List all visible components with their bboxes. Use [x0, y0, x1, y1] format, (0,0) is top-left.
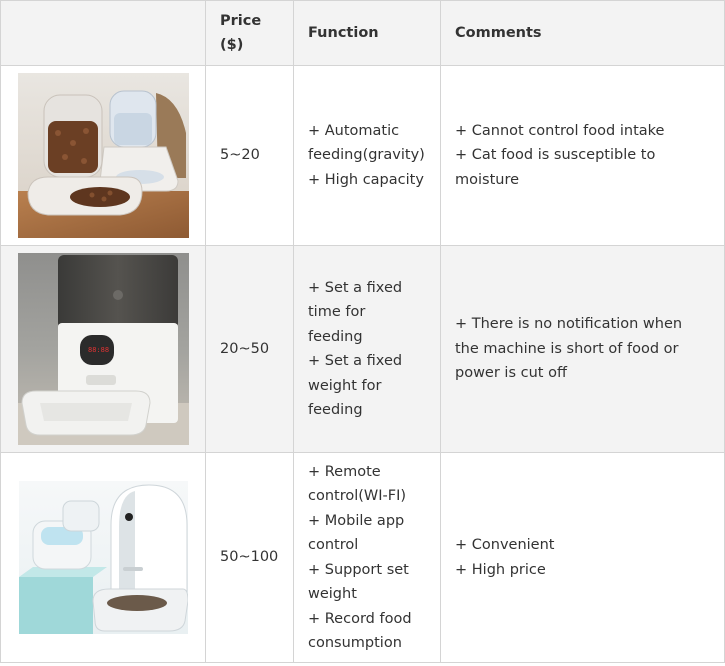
- price-cell: 20~50: [205, 245, 294, 453]
- comments-text: + Convenient + High price: [455, 537, 555, 578]
- table-row: 50~100 + Remote control(WI-FI) + Mobile …: [0, 452, 725, 663]
- product-image-cell: 88:88: [0, 245, 206, 453]
- header-row: Price ($) Function Comments: [0, 0, 725, 66]
- timed-feeder-image: 88:88: [17, 253, 189, 445]
- table-row: 5~20 + Automatic feeding(gravity) + High…: [0, 65, 725, 246]
- function-cell: + Set a fixed time for feeding + Set a f…: [293, 245, 441, 453]
- header-function-label: Function: [308, 24, 379, 41]
- function-text: + Set a fixed time for feeding + Set a f…: [308, 279, 403, 419]
- header-function: Function: [293, 0, 441, 66]
- header-image-cell: [0, 0, 206, 66]
- function-cell: + Remote control(WI-FI) + Mobile app con…: [293, 452, 441, 663]
- header-price: Price ($): [205, 0, 294, 66]
- header-comments-label: Comments: [455, 24, 542, 41]
- comments-text: + There is no notification when the mach…: [455, 316, 683, 382]
- price-value: 5~20: [220, 147, 260, 164]
- comments-cell: + There is no notification when the mach…: [440, 245, 725, 453]
- price-cell: 50~100: [205, 452, 294, 663]
- price-value: 50~100: [220, 549, 279, 566]
- product-image-cell: [0, 452, 206, 663]
- table-row: 88:88 20~50 + Set a fixed time for feedi…: [0, 245, 725, 453]
- comments-cell: + Cannot control food intake + Cat food …: [440, 65, 725, 246]
- function-text: + Remote control(WI-FI) + Mobile app con…: [308, 463, 412, 652]
- comparison-table: Price ($) Function Comments 5~20 + Autom…: [0, 0, 725, 663]
- price-value: 20~50: [220, 340, 270, 357]
- comments-text: + Cannot control food intake + Cat food …: [455, 122, 665, 188]
- gravity-feeder-image: [17, 73, 189, 238]
- header-price-label: Price ($): [220, 12, 262, 54]
- price-cell: 5~20: [205, 65, 294, 246]
- svg-text:88:88: 88:88: [88, 346, 109, 354]
- comments-cell: + Convenient + High price: [440, 452, 725, 663]
- header-comments: Comments: [440, 0, 725, 66]
- smart-feeder-image: [18, 481, 188, 634]
- function-cell: + Automatic feeding(gravity) + High capa…: [293, 65, 441, 246]
- function-text: + Automatic feeding(gravity) + High capa…: [308, 122, 425, 188]
- product-image-cell: [0, 65, 206, 246]
